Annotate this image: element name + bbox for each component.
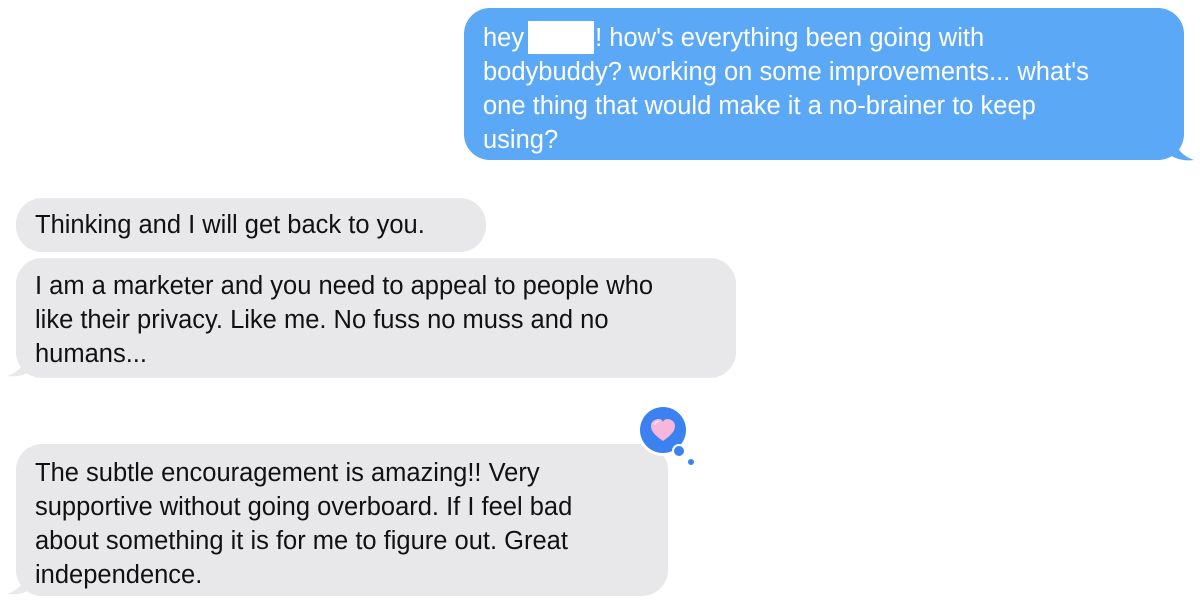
message-line: one thing that would make it a no-braine…: [483, 92, 1036, 120]
received-message-bubble[interactable]: Thinking and I will get back to you.: [16, 198, 486, 252]
message-line: like their privacy. Like me. No fuss no …: [35, 306, 609, 334]
message-line: humans...: [35, 340, 147, 368]
received-message-bubble[interactable]: The subtle encouragement is amazing!! Ve…: [16, 444, 668, 596]
message-line: about something it is for me to figure o…: [35, 527, 568, 555]
message-thread: hey! how's everything been going with bo…: [0, 0, 1200, 612]
message-line: I am a marketer and you need to appeal t…: [35, 272, 654, 300]
message-line: Thinking and I will get back to you.: [35, 211, 425, 239]
heart-reaction-icon[interactable]: [637, 404, 695, 468]
redacted-name-block: [528, 21, 595, 54]
received-message-bubble[interactable]: I am a marketer and you need to appeal t…: [16, 258, 736, 378]
message-line: bodybuddy? working on some improvements.…: [483, 58, 1089, 86]
message-line: independence.: [35, 561, 203, 589]
sent-message-bubble[interactable]: hey! how's everything been going with bo…: [464, 8, 1184, 160]
message-line: The subtle encouragement is amazing!! Ve…: [35, 459, 540, 487]
message-line: supportive without going overboard. If I…: [35, 493, 573, 521]
message-line: hey! how's everything been going with: [483, 21, 1162, 55]
message-line: using?: [483, 126, 559, 154]
